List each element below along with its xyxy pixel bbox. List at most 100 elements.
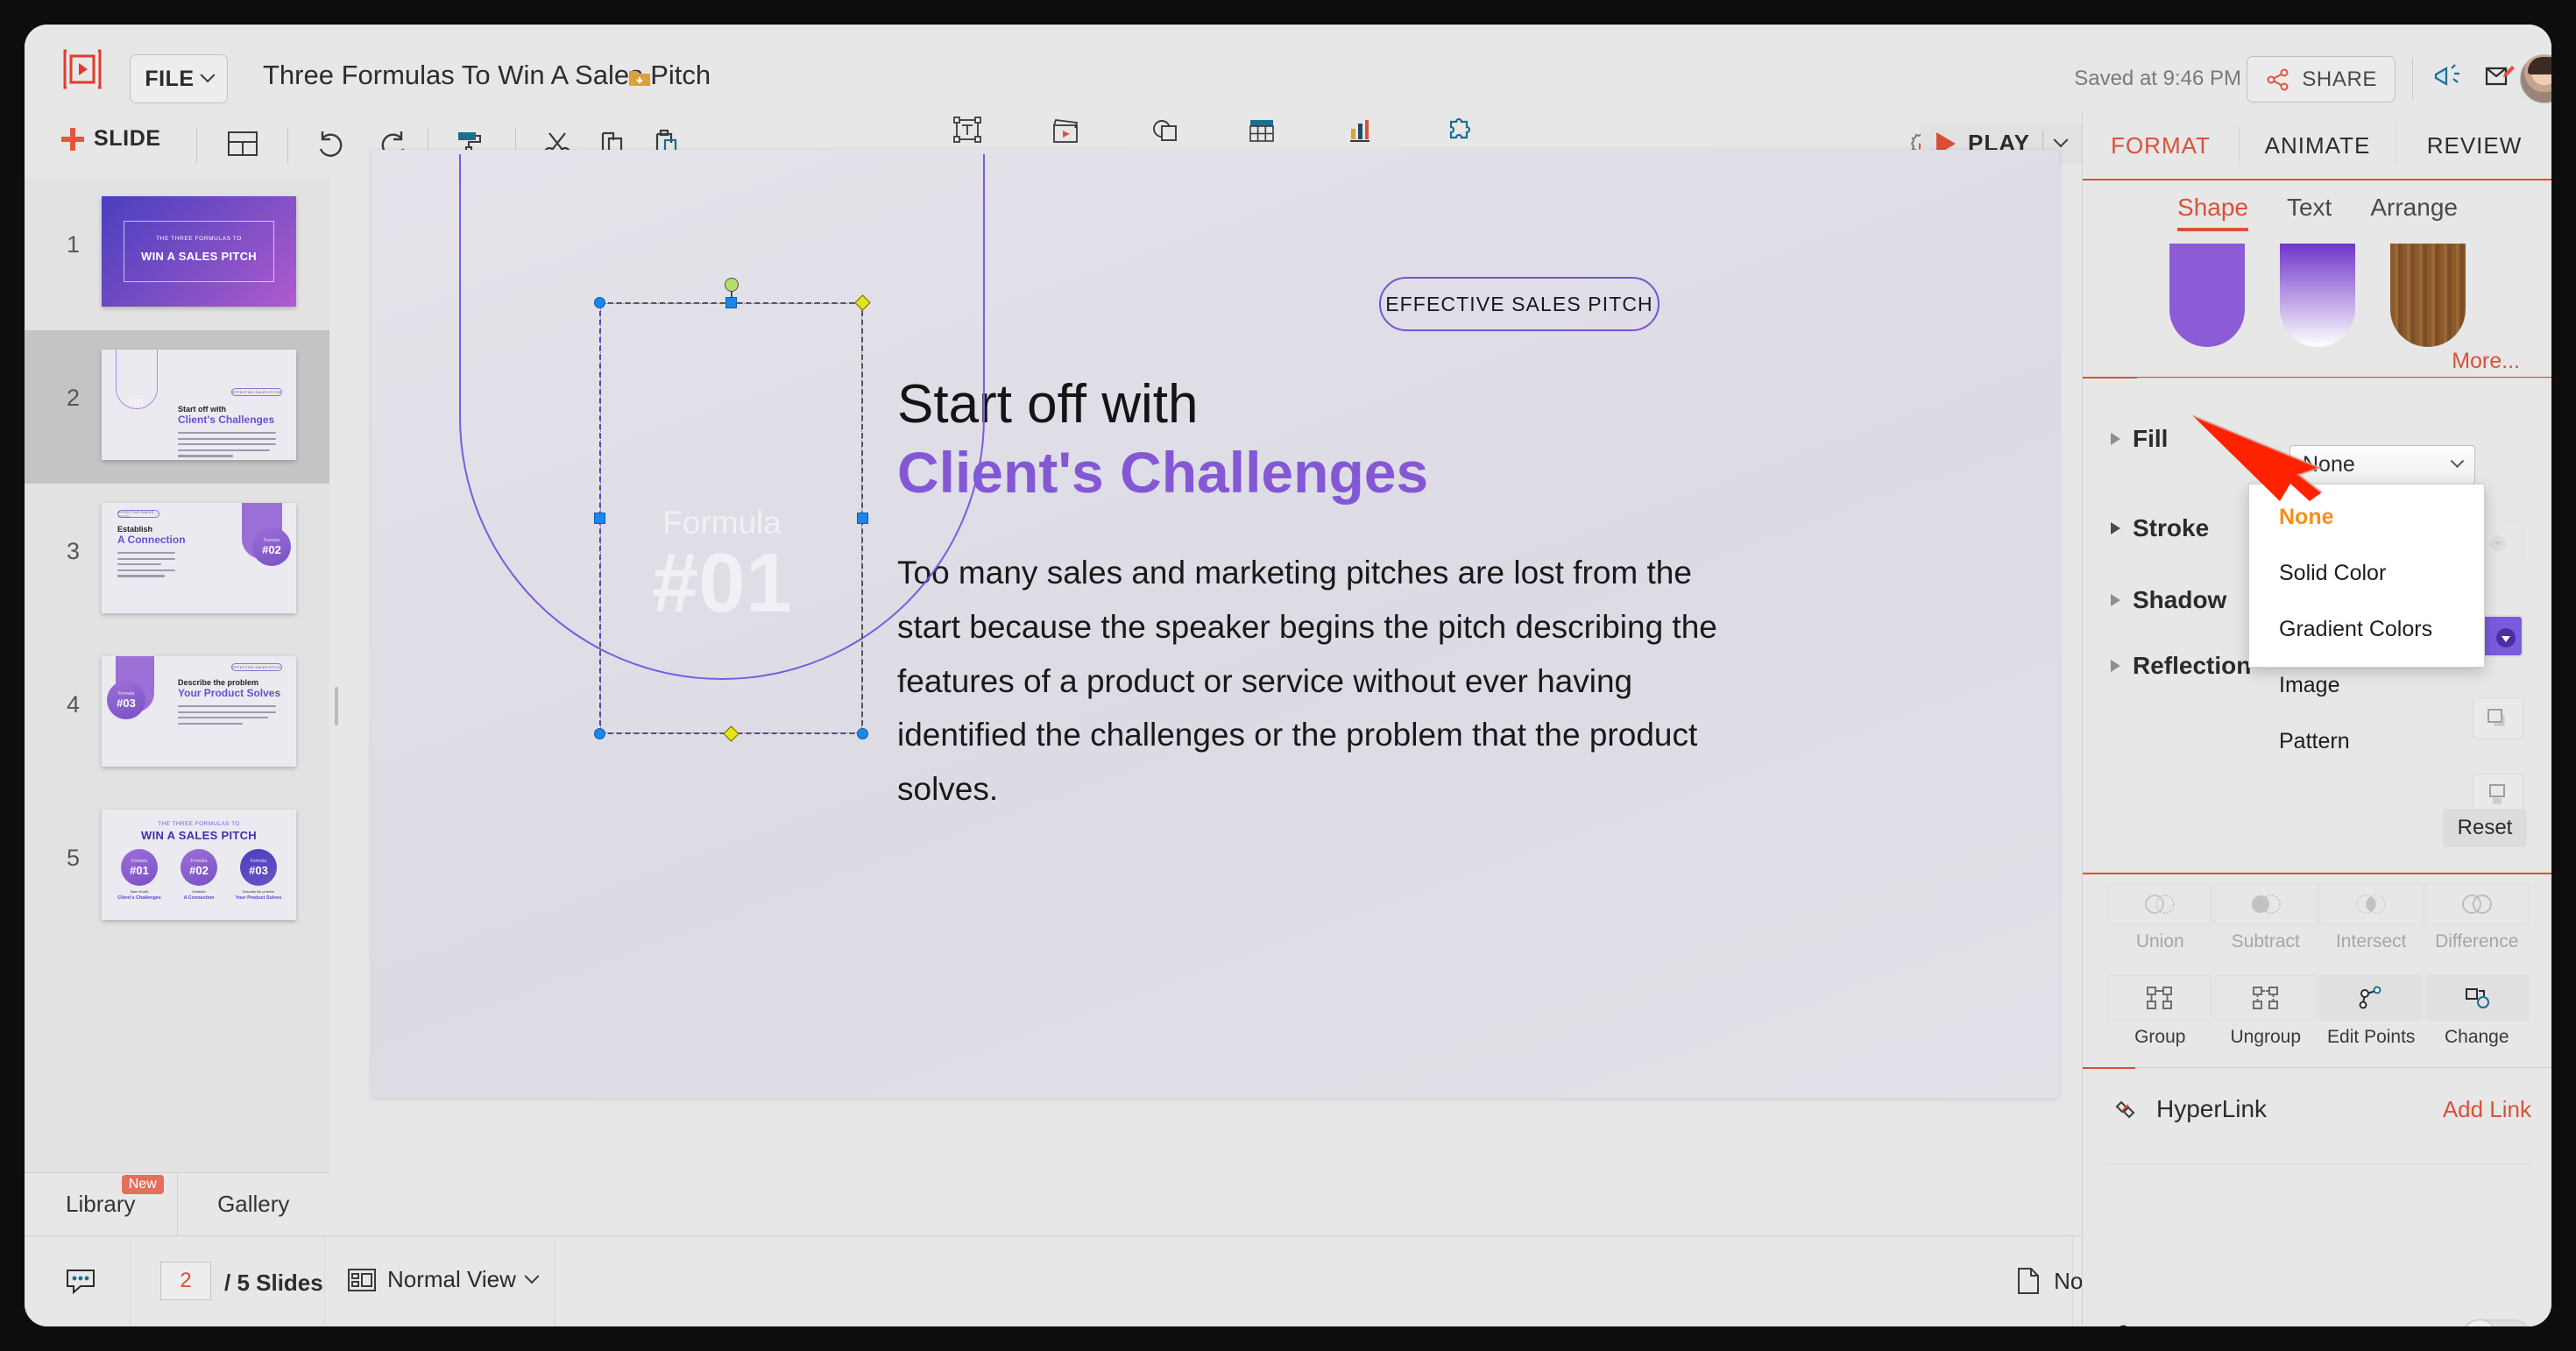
ungroup-button[interactable]: Ungroup [2213, 975, 2319, 1048]
view-mode-selector[interactable]: Normal View [347, 1266, 540, 1293]
subtab-arrange[interactable]: Arrange [2370, 194, 2458, 222]
thumb-h2: A Connection [117, 534, 186, 546]
fill-option-none[interactable]: None [2249, 502, 2484, 532]
gallery-tab[interactable]: Gallery [178, 1173, 330, 1235]
shape-style-texture[interactable] [2390, 244, 2466, 347]
fill-type-select[interactable]: None [2289, 445, 2475, 485]
hyperlink-label: HyperLink [2156, 1095, 2268, 1122]
thumb-formula: Formula [117, 690, 135, 697]
slide-thumb-4[interactable]: 4 Formula #03 EFFECTIVE SALES PITCH Desc… [25, 637, 329, 790]
fill-type-value: None [2303, 452, 2355, 477]
panel-divider-2-accent [2083, 873, 2137, 874]
handle-middle-left[interactable] [594, 513, 605, 524]
disclosure-triangle-icon [2111, 433, 2120, 445]
add-slide-button[interactable]: SLIDE [61, 126, 161, 152]
feedback-icon[interactable] [2483, 61, 2516, 95]
handle-bottom-left[interactable] [594, 728, 605, 739]
thumb-card-number: #01 [130, 863, 149, 877]
current-slide-input[interactable]: 2 [160, 1262, 211, 1300]
subtract-label: Subtract [2231, 931, 2300, 951]
fill-option-image[interactable]: Image [2249, 670, 2484, 700]
handle-middle-right[interactable] [857, 513, 868, 524]
subtab-text[interactable]: Text [2287, 194, 2332, 222]
slide-pill-badge[interactable]: EFFECTIVE SALES PITCH [1379, 277, 1660, 331]
library-tab[interactable]: Library New [25, 1173, 177, 1235]
handle-bottom-right[interactable] [857, 728, 868, 739]
group-button[interactable]: Group [2107, 975, 2213, 1048]
thumb-card-sub2: Your Product Solves [235, 895, 282, 901]
play-chevron-down-icon[interactable] [2053, 131, 2069, 147]
undo-icon[interactable] [314, 128, 347, 164]
thumb-h2: Your Product Solves [178, 687, 281, 699]
fill-type-dropdown[interactable]: None Solid Color Gradient Colors Image P… [2248, 484, 2485, 753]
subtab-arrange-label: Arrange [2370, 194, 2458, 221]
ungroup-label: Ungroup [2230, 1027, 2302, 1047]
folder-icon[interactable] [627, 67, 652, 94]
slide-body-text[interactable]: Too many sales and marketing pitches are… [897, 546, 1756, 817]
library-gallery-bar: Library New Gallery [25, 1172, 329, 1235]
slide-thumb-5[interactable]: 5 THE THREE FORMULAS TO WIN A SALES PITC… [25, 790, 329, 944]
fill-option-pattern[interactable]: Pattern [2249, 726, 2484, 756]
file-menu-button[interactable]: FILE [130, 54, 228, 103]
clapperboard-icon [1053, 119, 1079, 143]
total-slides-label: / 5 Slides [224, 1270, 323, 1296]
slide-thumb-2[interactable]: 2 Formula #01 EFFECTIVE SALES PITCH Star… [25, 330, 329, 484]
fill-option-solid-color[interactable]: Solid Color [2249, 558, 2484, 588]
shape-style-gradient[interactable] [2280, 244, 2355, 347]
edit-points-button[interactable]: Edit Points [2318, 975, 2424, 1048]
shape-style-solid[interactable] [2169, 244, 2245, 347]
subtract-button[interactable]: Subtract [2213, 883, 2319, 952]
tab-review[interactable]: REVIEW [2396, 112, 2551, 179]
intersect-button[interactable]: Intersect [2318, 883, 2424, 952]
subtab-shape[interactable]: Shape [2177, 194, 2248, 231]
library-label: Library [66, 1191, 136, 1217]
slide-number: 4 [67, 691, 81, 718]
slide-thumb-1[interactable]: 1 THE THREE FORMULAS TO WIN A SALES PITC… [25, 177, 329, 330]
share-icon [2267, 68, 2289, 90]
tab-review-label: REVIEW [2426, 131, 2523, 159]
union-button[interactable]: Union [2107, 883, 2213, 952]
property-shadow-label: Shadow [2133, 586, 2227, 613]
lock-icon [2120, 1325, 2127, 1326]
comments-icon[interactable] [65, 1266, 103, 1304]
slide-number: 1 [67, 231, 81, 258]
top-divider [2412, 58, 2413, 100]
property-reflection-label: Reflection [2133, 652, 2252, 679]
change-shape-button[interactable]: Change [2424, 975, 2530, 1048]
handle-top-center[interactable] [725, 297, 737, 308]
thumb-title: WIN A SALES PITCH [141, 829, 257, 842]
lock-toggle[interactable]: ❙❙ No [2461, 1319, 2531, 1326]
slides-panel[interactable]: 1 THE THREE FORMULAS TO WIN A SALES PITC… [25, 177, 329, 1172]
reset-button[interactable]: Reset [2443, 809, 2527, 847]
slide-thumb-3[interactable]: 3 Formula #02 EFFECTIVE SALES PITCH Esta… [25, 484, 329, 637]
share-button[interactable]: SHARE [2247, 56, 2396, 103]
difference-label: Difference [2435, 931, 2519, 951]
panel-divider-3 [2135, 1067, 2551, 1068]
intersect-label: Intersect [2335, 931, 2407, 951]
panel-subtabs: Shape Text Arrange [2083, 180, 2551, 235]
slide-thumb-image: Formula #01 EFFECTIVE SALES PITCH Start … [102, 350, 296, 460]
tab-animate[interactable]: ANIMATE [2240, 112, 2396, 179]
difference-button[interactable]: Difference [2424, 883, 2530, 952]
rotate-handle[interactable] [725, 278, 739, 292]
app-logo-icon[interactable] [60, 47, 105, 91]
handle-top-left[interactable] [594, 297, 605, 308]
panel-resize-handle[interactable] [330, 177, 343, 1235]
app-window: FILE Three Formulas To Win A Sales Pitch… [25, 25, 2551, 1326]
avatar[interactable] [2520, 54, 2551, 103]
avatar-hair [2528, 57, 2551, 74]
link-icon [2115, 1100, 2135, 1119]
add-link-button[interactable]: Add Link [2443, 1096, 2531, 1123]
selection-box[interactable] [599, 302, 863, 734]
tab-format[interactable]: FORMAT [2083, 112, 2239, 179]
thumb-h1: Establish [117, 525, 153, 534]
more-styles-link[interactable]: More... [2452, 349, 2520, 374]
announcement-icon[interactable] [2432, 61, 2466, 95]
lock-text: Lock [2155, 1324, 2204, 1327]
boolean-ops-group: Union Subtract Intersect Difference [2107, 883, 2530, 952]
fill-option-gradient-colors[interactable]: Gradient Colors [2249, 614, 2484, 644]
shape-icon [1153, 120, 1177, 141]
layout-icon[interactable] [226, 128, 259, 164]
slide-thumb-image: THE THREE FORMULAS TO WIN A SALES PITCH [102, 196, 296, 307]
disclosure-triangle-icon [2111, 522, 2120, 534]
